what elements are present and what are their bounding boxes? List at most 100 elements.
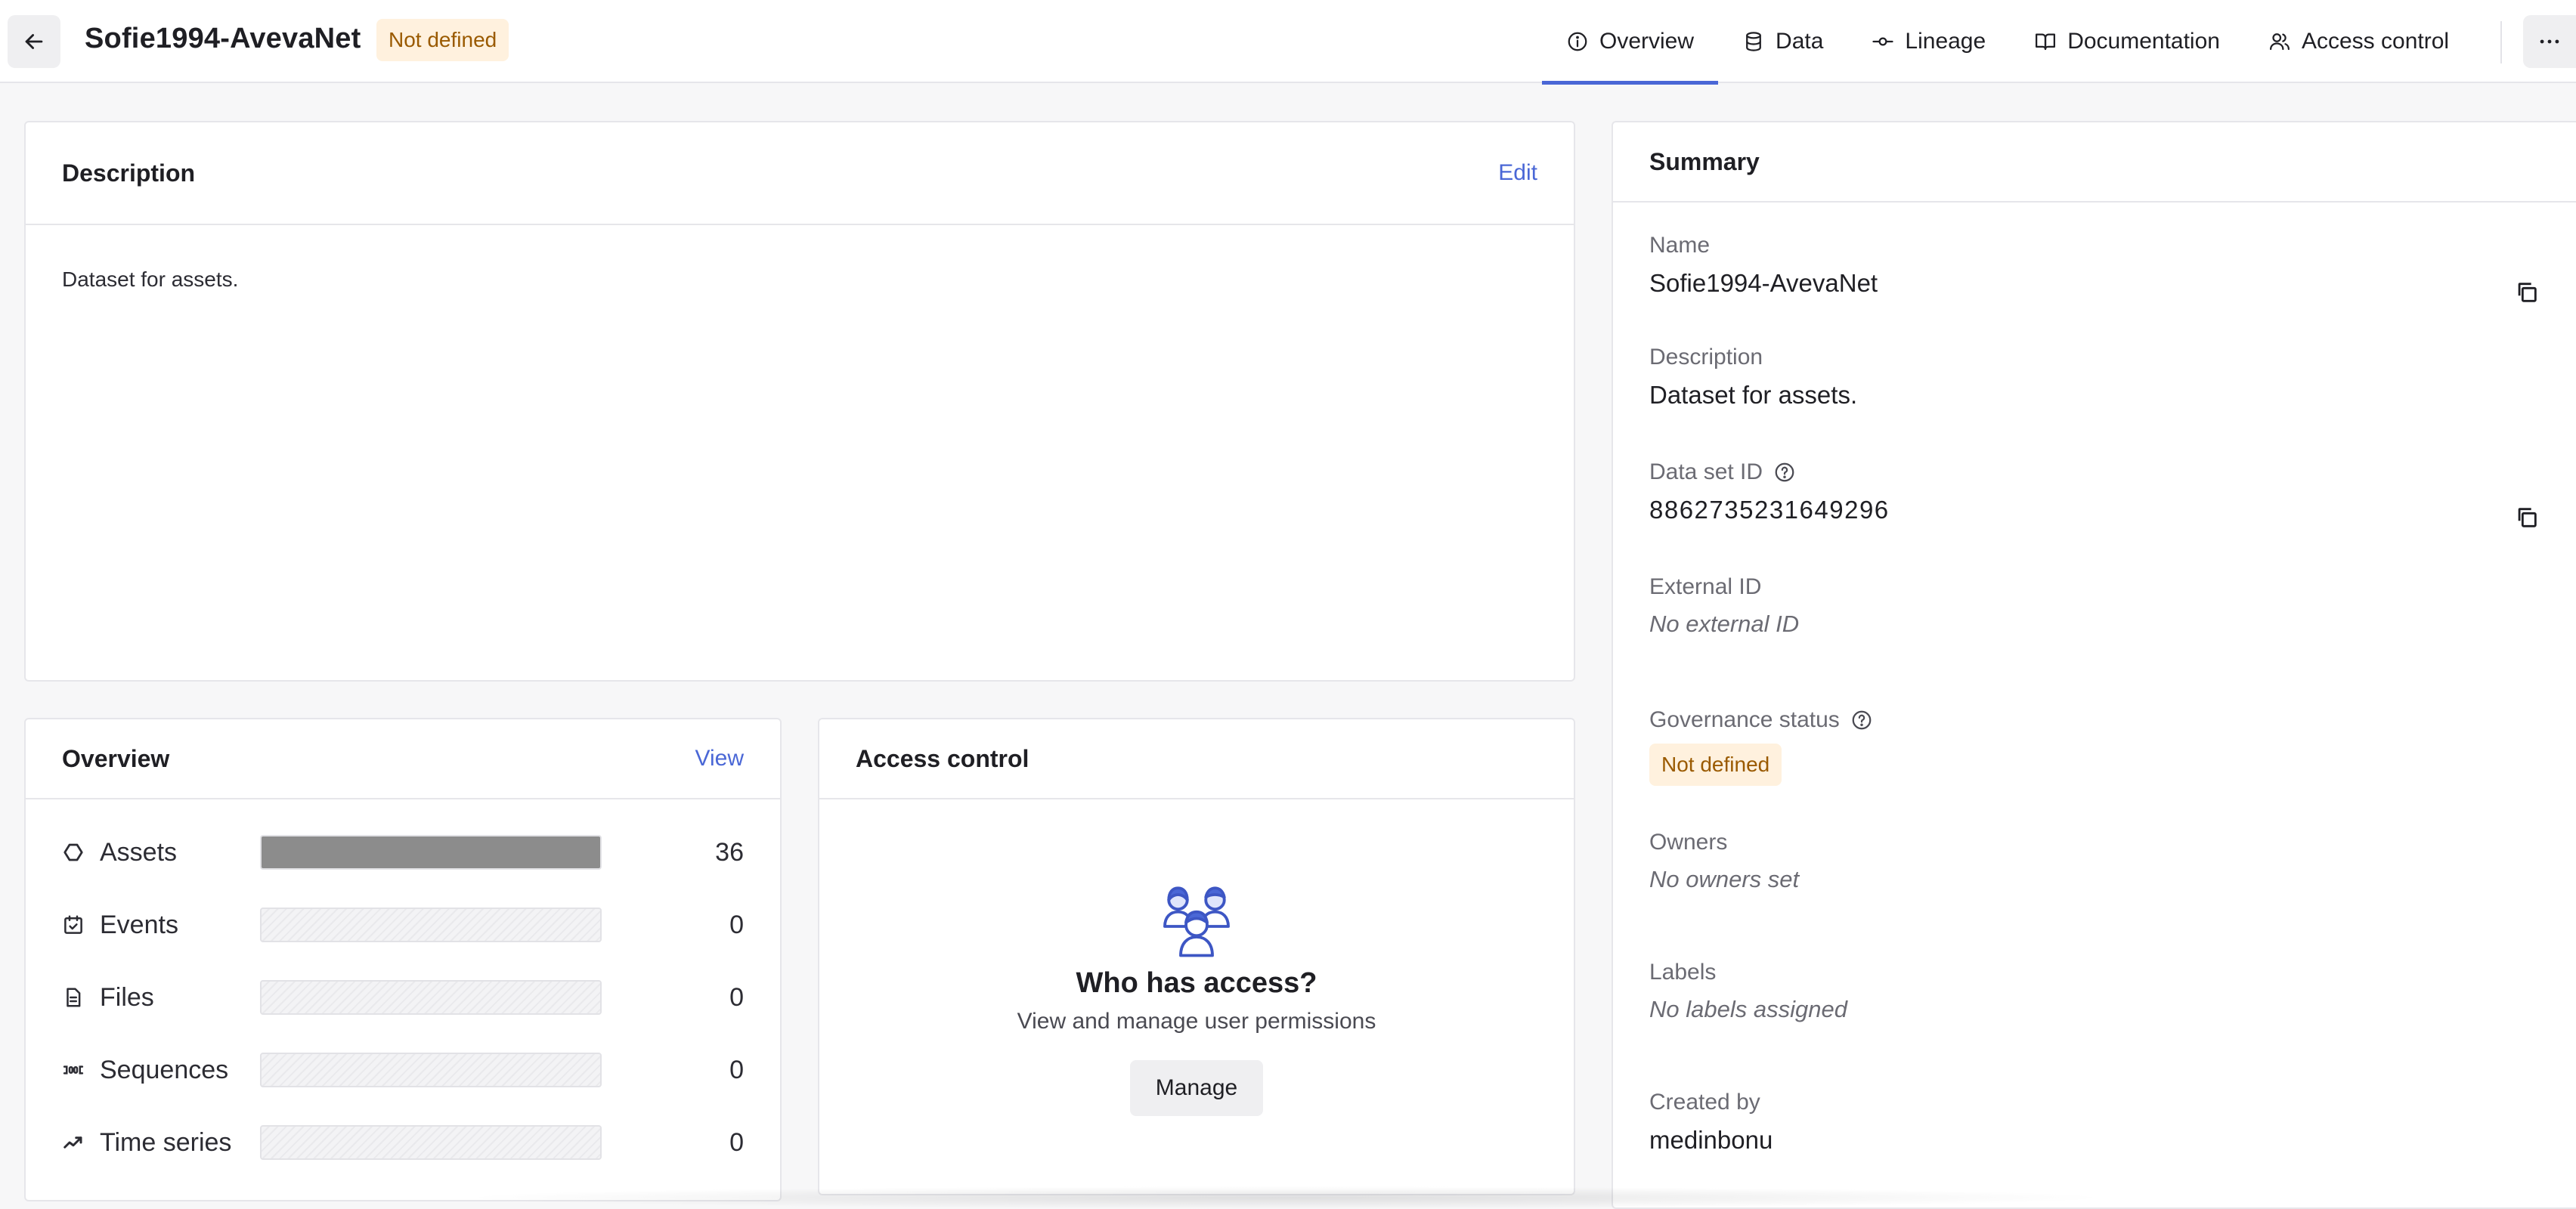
copy-icon[interactable] bbox=[2514, 505, 2540, 530]
field-labels: Labels No labels assigned bbox=[1649, 960, 2540, 1090]
access-control-empty-state: Who has access? View and manage user per… bbox=[819, 799, 1574, 1116]
calendar-icon bbox=[62, 913, 86, 937]
sequence-icon bbox=[62, 1058, 86, 1082]
field-label: Created by bbox=[1649, 1090, 1760, 1115]
created-by-value: medinbonu bbox=[1649, 1126, 1773, 1154]
summary-card-header: Summary bbox=[1613, 122, 2576, 203]
access-empty-subtext: View and manage user permissions bbox=[1017, 1009, 1376, 1034]
field-created-by: Created by medinbonu bbox=[1649, 1090, 2540, 1180]
dataset-name-value: Sofie1994-AvevaNet bbox=[1649, 269, 1878, 297]
divider bbox=[2500, 21, 2502, 63]
field-label: Owners bbox=[1649, 830, 1728, 855]
resource-count: 0 bbox=[729, 1055, 744, 1084]
resource-bar bbox=[260, 1125, 602, 1160]
asset-icon bbox=[62, 840, 86, 864]
resource-row-time-series[interactable]: Time series 0 bbox=[26, 1106, 780, 1179]
copy-icon[interactable] bbox=[2514, 280, 2540, 305]
field-label: External ID bbox=[1649, 574, 1762, 599]
resource-label: Events bbox=[100, 910, 178, 939]
status-badge: Not defined bbox=[376, 19, 509, 61]
resource-count: 0 bbox=[729, 1127, 744, 1157]
resource-row-sequences[interactable]: Sequences 0 bbox=[26, 1034, 780, 1106]
resource-count: 0 bbox=[729, 910, 744, 939]
help-icon[interactable] bbox=[1850, 709, 1873, 731]
scroll-shadow bbox=[454, 1186, 2116, 1209]
resource-bar-fill bbox=[262, 836, 600, 868]
back-button[interactable] bbox=[8, 15, 60, 68]
users-icon bbox=[2269, 33, 2290, 51]
tab-data[interactable]: Data bbox=[1718, 0, 1847, 83]
tab-label: Documentation bbox=[2067, 29, 2220, 54]
arrow-left-icon bbox=[25, 34, 43, 49]
database-icon bbox=[1746, 32, 1761, 51]
tab-bar: Overview Data Lineage Documentation Acce… bbox=[1542, 0, 2473, 85]
edit-description-button[interactable]: Edit bbox=[1498, 160, 1537, 186]
field-label: Name bbox=[1649, 233, 1711, 258]
field-dataset-id: Data set ID 8862735231649296 bbox=[1649, 459, 2540, 574]
manage-access-button[interactable]: Manage bbox=[1129, 1060, 1264, 1116]
field-label: Governance status bbox=[1649, 707, 2540, 733]
tab-overview[interactable]: Overview bbox=[1542, 0, 1719, 85]
resource-label: Files bbox=[100, 982, 154, 1012]
access-empty-heading: Who has access? bbox=[1076, 967, 1317, 999]
tab-access-control[interactable]: Access control bbox=[2244, 0, 2473, 83]
help-icon[interactable] bbox=[1773, 461, 1796, 484]
summary-fields: Name Sofie1994-AvevaNet Description Data… bbox=[1613, 203, 2576, 1180]
field-governance-status: Governance status Not defined bbox=[1649, 707, 2540, 830]
overview-card-title: Overview bbox=[62, 744, 170, 772]
external-id-value: No external ID bbox=[1649, 611, 1800, 637]
owners-value: No owners set bbox=[1649, 866, 1800, 892]
summary-card-title: Summary bbox=[1649, 147, 1760, 175]
field-label-text: Governance status bbox=[1649, 707, 1840, 732]
resource-bar bbox=[260, 980, 602, 1015]
resource-count: 36 bbox=[715, 837, 744, 867]
access-control-card: Access control Who has access? View and … bbox=[818, 718, 1575, 1195]
info-icon bbox=[1568, 32, 1587, 51]
resource-row-assets[interactable]: Assets 36 bbox=[26, 816, 780, 889]
field-label: Labels bbox=[1649, 960, 1717, 985]
overview-card: Overview View Assets 36 Events 0 Files 0… bbox=[24, 718, 782, 1201]
resource-count: 0 bbox=[729, 982, 744, 1012]
resource-bar bbox=[260, 1053, 602, 1087]
tab-label: Overview bbox=[1599, 29, 1695, 54]
view-overview-button[interactable]: View bbox=[695, 746, 744, 771]
field-description: Description Dataset for assets. bbox=[1649, 345, 2540, 459]
tab-lineage[interactable]: Lineage bbox=[1847, 0, 2010, 83]
summary-card: Summary Name Sofie1994-AvevaNet Descript… bbox=[1612, 121, 2576, 1209]
dataset-id-value: 8862735231649296 bbox=[1649, 496, 1890, 524]
description-card-title: Description bbox=[62, 159, 196, 187]
people-group-icon bbox=[1163, 886, 1230, 957]
resource-bar bbox=[260, 908, 602, 942]
field-owners: Owners No owners set bbox=[1649, 830, 2540, 960]
tab-label: Access control bbox=[2301, 29, 2450, 54]
resource-label: Assets bbox=[100, 837, 178, 867]
more-horizontal-icon bbox=[2540, 39, 2559, 44]
governance-status-badge: Not defined bbox=[1649, 744, 1782, 786]
book-icon bbox=[2036, 33, 2056, 51]
resource-bar bbox=[260, 835, 602, 870]
overview-card-header: Overview View bbox=[26, 719, 780, 799]
field-label: Data set ID bbox=[1649, 459, 2540, 485]
file-icon bbox=[62, 985, 86, 1010]
timeseries-icon bbox=[62, 1130, 86, 1155]
description-text: Dataset for assets. bbox=[62, 267, 239, 291]
field-label: Description bbox=[1649, 345, 1763, 370]
resource-label: Sequences bbox=[100, 1055, 229, 1084]
field-external-id: External ID No external ID bbox=[1649, 574, 2540, 707]
description-card: Description Edit Dataset for assets. bbox=[24, 121, 1575, 682]
tab-label: Lineage bbox=[1905, 29, 1986, 54]
resource-row-events[interactable]: Events 0 bbox=[26, 889, 780, 961]
field-label-text: Data set ID bbox=[1649, 459, 1763, 484]
description-card-header: Description Edit bbox=[26, 122, 1574, 225]
access-control-card-title: Access control bbox=[856, 744, 1029, 772]
resource-row-files[interactable]: Files 0 bbox=[26, 961, 780, 1034]
tab-label: Data bbox=[1776, 29, 1824, 54]
access-control-card-header: Access control bbox=[819, 719, 1574, 799]
labels-value: No labels assigned bbox=[1649, 996, 1847, 1022]
resource-label: Time series bbox=[100, 1127, 232, 1157]
lineage-icon bbox=[1872, 37, 1894, 46]
tab-documentation[interactable]: Documentation bbox=[2010, 0, 2244, 83]
description-value: Dataset for assets. bbox=[1649, 381, 1858, 409]
more-options-button[interactable] bbox=[2523, 15, 2576, 68]
field-name: Name Sofie1994-AvevaNet bbox=[1649, 233, 2540, 345]
